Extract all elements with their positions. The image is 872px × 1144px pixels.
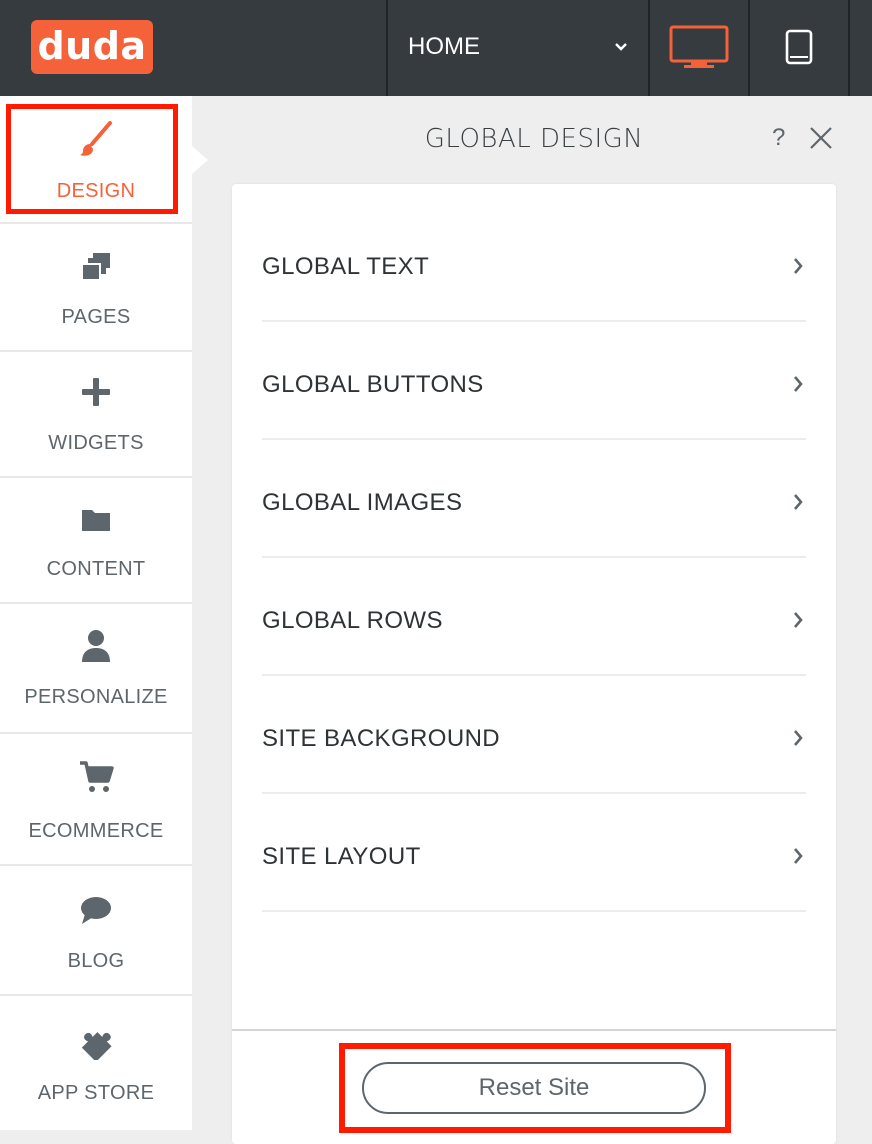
sidebar-item-ecommerce[interactable]: ECOMMERCE bbox=[0, 734, 192, 866]
divider bbox=[232, 1029, 836, 1031]
chevron-right-icon bbox=[792, 374, 804, 399]
menu-item-label: GLOBAL IMAGES bbox=[262, 489, 463, 516]
sidebar-item-label: PAGES bbox=[61, 306, 131, 328]
sidebar-item-label: WIDGETS bbox=[48, 432, 144, 454]
close-icon bbox=[808, 127, 834, 155]
chevron-right-icon bbox=[792, 492, 804, 517]
divider bbox=[848, 0, 850, 96]
menu-item-label: GLOBAL TEXT bbox=[262, 253, 430, 280]
chevron-down-icon bbox=[614, 40, 628, 58]
highlight-box bbox=[339, 1043, 731, 1133]
person-icon bbox=[0, 628, 192, 669]
menu-item-global-buttons[interactable]: GLOBAL BUTTONS bbox=[262, 322, 806, 440]
duda-logo[interactable]: duda bbox=[31, 20, 153, 74]
sidebar-item-personalize[interactable]: PERSONALIZE bbox=[0, 604, 192, 734]
highlight-box bbox=[6, 104, 178, 214]
plus-icon bbox=[0, 376, 192, 413]
menu-item-global-images[interactable]: GLOBAL IMAGES bbox=[262, 440, 806, 558]
close-button[interactable] bbox=[808, 125, 834, 156]
sidebar-item-label: CONTENT bbox=[46, 558, 146, 580]
page-selector[interactable]: HOME bbox=[388, 0, 648, 96]
sidebar-item-label: BLOG bbox=[67, 950, 125, 972]
menu-item-site-background[interactable]: SITE BACKGROUND bbox=[262, 676, 806, 794]
chevron-right-icon bbox=[792, 846, 804, 871]
panel-title: GLOBAL DESIGN bbox=[424, 124, 644, 154]
chevron-right-icon bbox=[792, 610, 804, 635]
cart-icon bbox=[0, 760, 192, 799]
menu-item-label: GLOBAL ROWS bbox=[262, 607, 443, 634]
chevron-right-icon bbox=[792, 728, 804, 753]
menu-item-label: GLOBAL BUTTONS bbox=[262, 371, 484, 398]
pages-icon bbox=[0, 252, 192, 287]
sidebar-item-label: APP STORE bbox=[37, 1082, 155, 1104]
desktop-view-button[interactable] bbox=[650, 0, 748, 96]
chevron-right-icon bbox=[792, 256, 804, 281]
tablet-view-button[interactable] bbox=[750, 0, 848, 96]
page-selector-value: HOME bbox=[408, 33, 480, 60]
puzzle-icon bbox=[0, 1024, 192, 1065]
sidebar-item-label: PERSONALIZE bbox=[24, 686, 168, 708]
speech-bubble-icon bbox=[0, 896, 192, 931]
active-pointer bbox=[192, 146, 208, 174]
sidebar-item-app-store[interactable]: APP STORE bbox=[0, 996, 192, 1130]
menu-item-site-layout[interactable]: SITE LAYOUT bbox=[262, 794, 806, 912]
top-bar: duda HOME bbox=[0, 0, 872, 96]
menu-item-global-text[interactable]: GLOBAL TEXT bbox=[262, 204, 806, 322]
menu-item-global-rows[interactable]: GLOBAL ROWS bbox=[262, 558, 806, 676]
sidebar-item-label: ECOMMERCE bbox=[28, 820, 164, 842]
menu-item-label: SITE LAYOUT bbox=[262, 843, 421, 870]
menu-item-label: SITE BACKGROUND bbox=[262, 725, 501, 752]
sidebar-item-pages[interactable]: PAGES bbox=[0, 224, 192, 352]
sidebar-item-blog[interactable]: BLOG bbox=[0, 866, 192, 996]
global-design-card: GLOBAL TEXT GLOBAL BUTTONS GLOBAL IMAGES… bbox=[232, 184, 836, 1144]
left-sidebar: DESIGN PAGES WIDGETS CONTENT PERSONALIZE… bbox=[0, 96, 192, 1130]
sidebar-item-widgets[interactable]: WIDGETS bbox=[0, 352, 192, 478]
sidebar-item-content[interactable]: CONTENT bbox=[0, 478, 192, 604]
folder-icon bbox=[0, 506, 192, 539]
help-button[interactable]: ? bbox=[772, 124, 785, 152]
